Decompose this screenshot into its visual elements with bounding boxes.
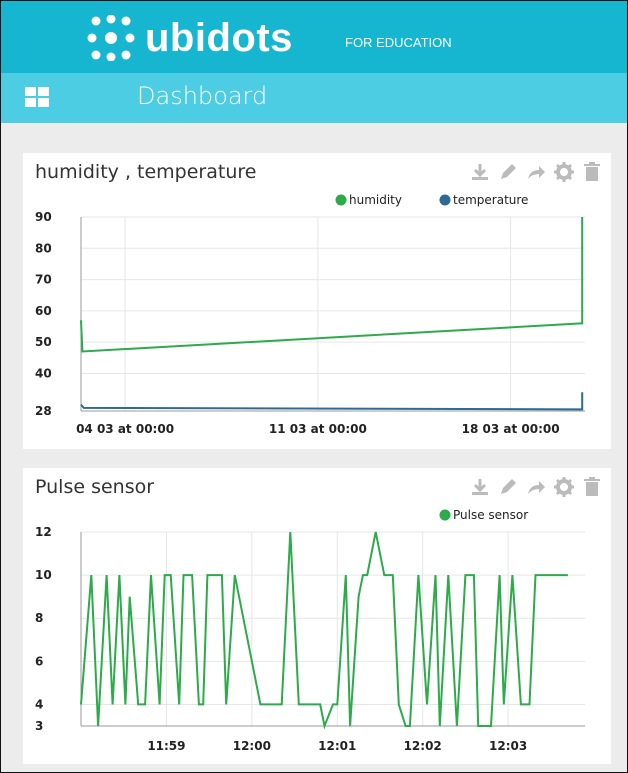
legend-label: Pulse sensor [453, 508, 528, 522]
legend-marker [439, 509, 451, 521]
legend-marker [439, 194, 451, 206]
page-title: Dashboard [137, 82, 268, 110]
humidity-temperature-chart: 90 80 70 60 50 40 28 04 03 at 00:00 11 03 at 00:… [35, 193, 585, 436]
y-tick-label: 90 [35, 210, 52, 224]
x-tick-label: 18 03 at 00:00 [462, 422, 560, 436]
legend-marker [335, 194, 347, 206]
app-frame: ubidots FOR EDUCATION Dashboard humidity… [0, 0, 628, 773]
pulse-sensor-chart: 12 10 8 6 4 3 11:59 12:00 12:01 12:02 12:03 Pulse s… [35, 508, 585, 753]
y-tick-label: 80 [35, 241, 52, 255]
y-tick-label: 8 [35, 611, 43, 625]
y-tick-label: 40 [35, 366, 52, 380]
brand-tagline: FOR EDUCATION [345, 35, 452, 50]
widget-humidity-temperature: humidity , temperature 90 80 70 60 50 40 28 04 … [23, 153, 611, 449]
x-tick-label: 12:01 [318, 739, 356, 753]
x-tick-label: 12:00 [233, 739, 271, 753]
legend-label: humidity [349, 193, 402, 207]
y-tick-label: 3 [35, 719, 43, 733]
y-tick-label: 4 [35, 697, 43, 711]
y-tick-label: 50 [35, 335, 52, 349]
y-tick-label: 60 [35, 304, 52, 318]
y-tick-label: 70 [35, 273, 52, 287]
series-line-temperature [80, 392, 584, 411]
y-tick-label: 12 [35, 525, 52, 539]
series-line-humidity [80, 217, 584, 353]
dashboard-bar: Dashboard [1, 73, 627, 123]
legend-label: temperature [453, 193, 528, 207]
widget-pulse-sensor: Pulse sensor 12 10 8 6 4 3 11:59 12:00 12:01 12:0… [23, 468, 611, 764]
x-tick-label: 04 03 at 00:00 [76, 422, 174, 436]
brand-name: ubidots [145, 16, 293, 60]
x-tick-label: 12:03 [489, 739, 527, 753]
x-tick-label: 11:59 [147, 739, 185, 753]
x-tick-label: 12:02 [404, 739, 442, 753]
y-tick-label: 28 [35, 404, 52, 418]
ubidots-logo-icon [87, 15, 135, 61]
x-tick-label: 11 03 at 00:00 [269, 422, 367, 436]
dashboard-menu-icon[interactable] [25, 87, 49, 107]
y-tick-label: 10 [35, 568, 52, 582]
series-line-pulse-sensor [80, 531, 568, 730]
top-bar: ubidots FOR EDUCATION [1, 1, 627, 73]
brand-logo[interactable]: ubidots [87, 15, 293, 61]
y-tick-label: 6 [35, 654, 43, 668]
